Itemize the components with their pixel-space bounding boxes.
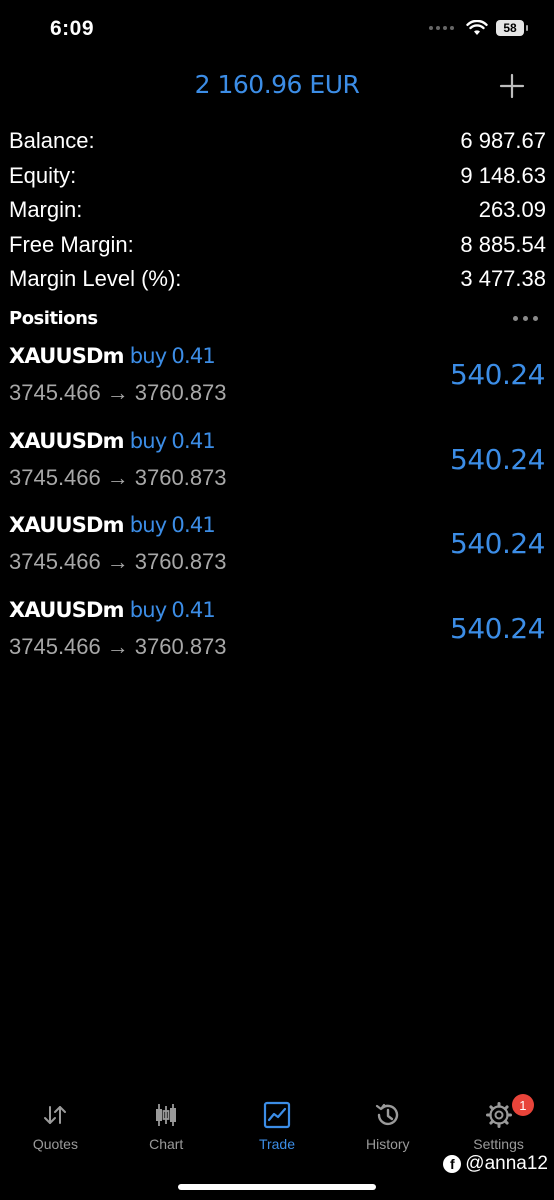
watermark-text: @anna12 — [465, 1153, 548, 1174]
tab-trade[interactable]: Trade — [222, 1092, 333, 1162]
summary-value: 6 987.67 — [460, 128, 546, 154]
tab-label: Quotes — [32, 1136, 78, 1152]
history-clock-icon — [375, 1103, 398, 1126]
summary-row-margin: Margin: 263.09 — [9, 193, 546, 228]
add-position-button[interactable] — [498, 72, 526, 100]
more-options-icon[interactable] — [513, 315, 538, 321]
summary-label: Margin: — [9, 197, 83, 223]
position-profit: 540.24 — [450, 527, 545, 560]
tab-settings[interactable]: 1 Settings — [443, 1092, 554, 1162]
position-open-price: 3745.466 — [9, 464, 101, 490]
position-arrow: → — [106, 549, 129, 574]
position-side: buy — [129, 428, 167, 453]
position-side: buy — [129, 513, 167, 537]
cellular-signal-icon — [429, 26, 454, 30]
summary-row-free-margin: Free Margin: 8 885.54 — [9, 228, 546, 263]
tab-bar: Quotes Chart Trade History 1 Settings — [0, 1092, 554, 1162]
position-profit: 540.24 — [450, 611, 545, 645]
position-side: buy — [129, 597, 167, 622]
position-side: buy — [129, 344, 167, 368]
position-volume: 0.41 — [171, 344, 215, 368]
status-bar: 6:09 58 — [0, 0, 554, 60]
position-current-price: 3760.873 — [134, 633, 227, 659]
position-symbol: XAUUSDm — [9, 513, 125, 537]
position-arrow: → — [106, 464, 129, 490]
tab-chart[interactable]: Chart — [111, 1092, 222, 1162]
header-balance: 2 160.96 EUR — [194, 70, 360, 99]
summary-label: Balance: — [9, 128, 95, 154]
position-symbol: XAUUSDm — [9, 344, 125, 368]
trade-chart-icon — [263, 1101, 291, 1129]
position-current-price: 3760.873 — [134, 464, 227, 490]
position-symbol: XAUUSDm — [9, 428, 125, 453]
gear-icon — [485, 1102, 512, 1128]
tab-quotes[interactable]: Quotes — [0, 1092, 111, 1162]
tab-label: Chart — [149, 1136, 184, 1152]
position-row[interactable]: XAUUSDm buy 0.41 3745.466 → 3760.873 540.24 — [0, 509, 554, 594]
status-time: 6:09 — [50, 17, 95, 40]
battery-icon: 58 — [496, 20, 528, 36]
tab-label: History — [366, 1136, 410, 1152]
summary-value: 3 477.38 — [460, 266, 546, 292]
facebook-icon: f — [443, 1155, 462, 1173]
summary-row-balance: Balance: 6 987.67 — [9, 124, 546, 159]
summary-row-margin-level: Margin Level (%): 3 477.38 — [9, 262, 546, 297]
battery-level: 58 — [503, 21, 517, 35]
home-indicator[interactable] — [178, 1184, 376, 1190]
status-indicators: 58 — [429, 20, 528, 36]
watermark: f @anna12 — [443, 1153, 548, 1175]
summary-label: Equity: — [9, 162, 77, 188]
position-open-price: 3745.466 — [9, 633, 101, 659]
candlestick-chart-icon — [156, 1104, 177, 1126]
position-profit: 540.24 — [450, 442, 545, 476]
position-symbol: XAUUSDm — [9, 597, 125, 622]
notification-badge: 1 — [511, 1094, 534, 1116]
position-arrow: → — [106, 633, 129, 659]
summary-row-equity: Equity: 9 148.63 — [9, 159, 546, 194]
position-row[interactable]: XAUUSDm buy 0.41 3745.466 → 3760.873 540.24 — [0, 594, 554, 679]
position-row[interactable]: XAUUSDm buy 0.41 3745.466 → 3760.873 540.24 — [0, 340, 554, 425]
position-volume: 0.41 — [171, 597, 215, 622]
position-arrow: → — [106, 380, 129, 405]
position-current-price: 3760.873 — [134, 549, 227, 574]
position-current-price: 3760.873 — [134, 380, 227, 405]
tab-label: Trade — [258, 1136, 296, 1152]
tab-history[interactable]: History — [332, 1092, 443, 1162]
position-open-price: 3745.466 — [9, 549, 101, 574]
position-profit: 540.24 — [450, 358, 545, 391]
positions-title: Positions — [9, 307, 98, 329]
summary-label: Margin Level (%): — [9, 266, 182, 292]
summary-label: Free Margin: — [9, 231, 134, 257]
account-summary: Balance: 6 987.67 Equity: 9 148.63 Margi… — [9, 124, 546, 297]
positions-header: Positions — [9, 305, 538, 331]
summary-value: 8 885.54 — [460, 231, 546, 257]
position-volume: 0.41 — [171, 513, 215, 537]
position-open-price: 3745.466 — [9, 380, 101, 405]
wifi-icon — [466, 20, 488, 35]
summary-value: 263.09 — [478, 197, 546, 223]
positions-list: XAUUSDm buy 0.41 3745.466 → 3760.873 540.24 … — [0, 340, 554, 678]
tab-label: Settings — [473, 1136, 524, 1152]
position-row[interactable]: XAUUSDm buy 0.41 3745.466 → 3760.873 540.24 — [0, 425, 554, 510]
summary-value: 9 148.63 — [460, 162, 546, 188]
quotes-arrows-icon — [44, 1106, 67, 1124]
position-volume: 0.41 — [171, 428, 215, 453]
